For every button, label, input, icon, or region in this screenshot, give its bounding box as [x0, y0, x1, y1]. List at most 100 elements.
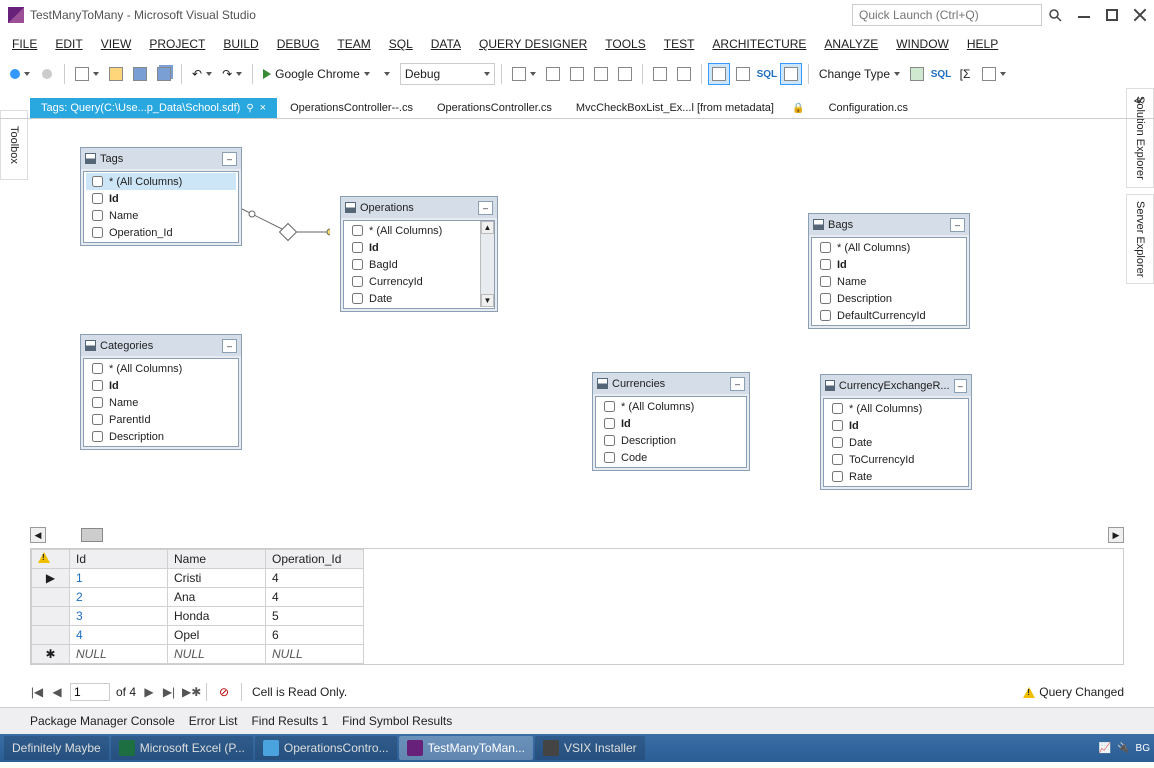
- save-all-button[interactable]: [153, 63, 175, 85]
- package-manager-console-tab[interactable]: Package Manager Console: [30, 712, 175, 730]
- add-table-button[interactable]: [978, 63, 1010, 85]
- table-row[interactable]: Description: [86, 428, 236, 445]
- group-button6[interactable]: [649, 63, 671, 85]
- search-icon[interactable]: [1042, 4, 1068, 26]
- scrollbar-thumb[interactable]: [81, 528, 103, 542]
- run-query-button[interactable]: [906, 63, 928, 85]
- start-debugging-button[interactable]: Google Chrome: [259, 63, 374, 85]
- table-row[interactable]: Name: [814, 273, 964, 290]
- menu-test[interactable]: TEST: [656, 34, 703, 54]
- menu-data[interactable]: DATA: [423, 34, 469, 54]
- table-row[interactable]: Date: [826, 434, 966, 451]
- scroll-right-icon[interactable]: ▶: [1108, 527, 1124, 543]
- table-minimize-icon[interactable]: –: [478, 201, 493, 215]
- table-row[interactable]: DefaultCurrencyId: [814, 307, 964, 324]
- menu-team[interactable]: TEAM: [329, 34, 378, 54]
- diagram-pane-button[interactable]: [708, 63, 730, 85]
- table-minimize-icon[interactable]: –: [222, 152, 237, 166]
- table-row[interactable]: Id: [826, 417, 966, 434]
- nav-position-input[interactable]: [70, 683, 110, 701]
- menu-edit[interactable]: EDIT: [47, 34, 90, 54]
- column-operation-id[interactable]: Operation_Id: [266, 550, 364, 569]
- table-row[interactable]: BagId: [346, 256, 478, 273]
- menu-architecture[interactable]: ARCHITECTURE: [704, 34, 814, 54]
- tab-mvccheckbox[interactable]: MvcCheckBoxList_Ex...l [from metadata] 🔒: [565, 98, 816, 118]
- new-project-button[interactable]: [71, 63, 103, 85]
- table-row[interactable]: Rate: [826, 468, 966, 485]
- scroll-down-icon[interactable]: ▼: [481, 294, 494, 307]
- toolbox-panel[interactable]: Toolbox: [0, 110, 28, 180]
- menu-build[interactable]: BUILD: [215, 34, 266, 54]
- menu-debug[interactable]: DEBUG: [269, 34, 328, 54]
- table-minimize-icon[interactable]: –: [730, 377, 745, 391]
- table-row[interactable]: Name: [86, 207, 236, 224]
- table-minimize-icon[interactable]: –: [950, 218, 965, 232]
- table-row[interactable]: * (All Columns): [826, 400, 966, 417]
- table-currencies[interactable]: Currencies– * (All Columns) Id Descripti…: [592, 372, 750, 471]
- window-close-icon[interactable]: [1134, 9, 1146, 21]
- window-maximize-icon[interactable]: [1106, 9, 1118, 21]
- table-operations[interactable]: Operations– * (All Columns) Id BagId Cur…: [340, 196, 498, 312]
- find-symbol-results-tab[interactable]: Find Symbol Results: [342, 712, 452, 730]
- menu-query-designer[interactable]: QUERY DESIGNER: [471, 34, 595, 54]
- nav-first-icon[interactable]: |◀: [30, 685, 44, 699]
- table-row[interactable]: ParentId: [86, 411, 236, 428]
- scroll-left-icon[interactable]: ◀: [30, 527, 46, 543]
- group-button1[interactable]: [508, 63, 540, 85]
- taskbar-item[interactable]: Microsoft Excel (P...: [111, 736, 253, 760]
- table-row[interactable]: Id: [346, 239, 478, 256]
- scroll-up-icon[interactable]: ▲: [481, 221, 494, 234]
- nav-back-button[interactable]: [6, 63, 34, 85]
- config-select[interactable]: Debug: [400, 63, 495, 85]
- menu-sql[interactable]: SQL: [381, 34, 421, 54]
- nav-last-icon[interactable]: ▶|: [162, 685, 176, 699]
- undo-button[interactable]: ↶: [188, 63, 216, 85]
- column-id[interactable]: Id: [70, 550, 168, 569]
- taskbar-item[interactable]: OperationsContro...: [255, 736, 397, 760]
- group-button5[interactable]: [614, 63, 636, 85]
- tab-operations-controller-1[interactable]: OperationsController--.cs: [279, 98, 424, 118]
- menu-analyze[interactable]: ANALYZE: [816, 34, 886, 54]
- taskbar-item[interactable]: VSIX Installer: [535, 736, 645, 760]
- table-row[interactable]: * (All Columns): [598, 398, 744, 415]
- table-bags[interactable]: Bags– * (All Columns) Id Name Descriptio…: [808, 213, 970, 329]
- table-row[interactable]: CurrencyId: [346, 273, 478, 290]
- table-tags[interactable]: Tags– * (All Columns) Id Name Operation_…: [80, 147, 242, 246]
- table-row[interactable]: Id: [814, 256, 964, 273]
- table-currency-exchange-rates[interactable]: CurrencyExchangeR...– * (All Columns) Id…: [820, 374, 972, 490]
- nav-new-icon[interactable]: ▶✱: [182, 685, 196, 699]
- nav-stop-icon[interactable]: ⊘: [217, 685, 231, 699]
- menu-project[interactable]: PROJECT: [141, 34, 213, 54]
- window-minimize-icon[interactable]: [1078, 9, 1090, 21]
- table-row[interactable]: * (All Columns): [346, 222, 478, 239]
- menu-file[interactable]: FILE: [4, 34, 45, 54]
- tab-operations-controller-2[interactable]: OperationsController.cs: [426, 98, 563, 118]
- table-row[interactable]: Id: [598, 415, 744, 432]
- taskbar-item-active[interactable]: TestManyToMan...: [399, 736, 533, 760]
- menu-view[interactable]: VIEW: [93, 34, 140, 54]
- table-row[interactable]: Code: [598, 449, 744, 466]
- change-type-button[interactable]: Change Type: [815, 63, 904, 85]
- menu-tools[interactable]: TOOLS: [597, 34, 653, 54]
- menu-window[interactable]: WINDOW: [888, 34, 957, 54]
- tray-language[interactable]: BG: [1136, 743, 1150, 754]
- results-pane-button[interactable]: [780, 63, 802, 85]
- find-results-tab[interactable]: Find Results 1: [251, 712, 328, 730]
- results-grid[interactable]: Id Name Operation_Id ▶1Cristi4 2Ana4 3Ho…: [30, 548, 1124, 665]
- sql-pane-button[interactable]: SQL: [756, 63, 778, 85]
- table-minimize-icon[interactable]: –: [222, 339, 237, 353]
- tab-overflow-icon[interactable]: ≪: [1134, 96, 1144, 107]
- pin-icon[interactable]: ⚲: [246, 103, 253, 114]
- nav-next-icon[interactable]: ▶: [142, 685, 156, 699]
- table-row[interactable]: Description: [814, 290, 964, 307]
- quick-launch-input[interactable]: [852, 4, 1042, 26]
- table-categories[interactable]: Categories– * (All Columns) Id Name Pare…: [80, 334, 242, 450]
- nav-forward-button[interactable]: [36, 63, 58, 85]
- table-row[interactable]: Date: [346, 290, 478, 307]
- group-button3[interactable]: [566, 63, 588, 85]
- column-name[interactable]: Name: [168, 550, 266, 569]
- nav-prev-icon[interactable]: ◀: [50, 685, 64, 699]
- group-button7[interactable]: [673, 63, 695, 85]
- table-row[interactable]: Description: [598, 432, 744, 449]
- open-file-button[interactable]: [105, 63, 127, 85]
